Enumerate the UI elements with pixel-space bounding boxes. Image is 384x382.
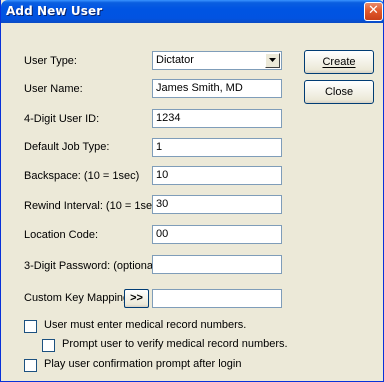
verify-record-label: Prompt user to verify medical record num… (62, 338, 288, 350)
add-new-user-dialog: Add New User ✕ User Type: Dictator User … (0, 0, 384, 382)
password-label: 3-Digit Password: (optional) (24, 260, 160, 272)
job-type-label: Default Job Type: (24, 141, 110, 153)
password-field[interactable] (152, 255, 282, 274)
rewind-interval-field[interactable]: 30 (152, 195, 282, 214)
location-code-label: Location Code: (24, 229, 98, 241)
medical-record-checkbox[interactable] (24, 320, 37, 333)
chevron-down-icon (269, 58, 276, 62)
title-bar[interactable]: Add New User ✕ (1, 0, 384, 23)
user-name-field[interactable]: James Smith, MD (152, 79, 282, 98)
location-code-field[interactable]: 00 (152, 225, 282, 244)
confirmation-prompt-checkbox[interactable] (24, 359, 37, 372)
create-button[interactable]: Create (304, 50, 374, 74)
close-button[interactable]: Close (304, 80, 374, 104)
dialog-title: Add New User (6, 4, 103, 18)
user-id-label: 4-Digit User ID: (24, 113, 100, 125)
key-mapping-button[interactable]: >> (124, 289, 149, 308)
create-button-label: Create (322, 56, 356, 68)
medical-record-label: User must enter medical record numbers. (44, 319, 247, 331)
key-mapping-field[interactable] (152, 289, 282, 308)
backspace-field[interactable]: 10 (152, 166, 282, 185)
user-type-label: User Type: (24, 55, 77, 67)
user-type-value: Dictator (156, 54, 194, 66)
confirmation-prompt-label: Play user confirmation prompt after logi… (44, 358, 242, 370)
rewind-interval-label: Rewind Interval: (10 = 1sec) (24, 200, 162, 212)
backspace-label: Backspace: (10 = 1sec) (24, 170, 140, 182)
close-icon: ✕ (368, 3, 379, 18)
close-window-button[interactable]: ✕ (364, 2, 383, 21)
user-type-select[interactable]: Dictator (152, 51, 282, 70)
verify-record-checkbox[interactable] (42, 339, 55, 352)
user-id-field[interactable]: 1234 (152, 109, 282, 128)
job-type-field[interactable]: 1 (152, 138, 282, 157)
key-mapping-label: Custom Key Mapping: (24, 292, 133, 304)
user-type-dropdown-button[interactable] (265, 53, 280, 68)
user-name-label: User Name: (24, 83, 83, 95)
